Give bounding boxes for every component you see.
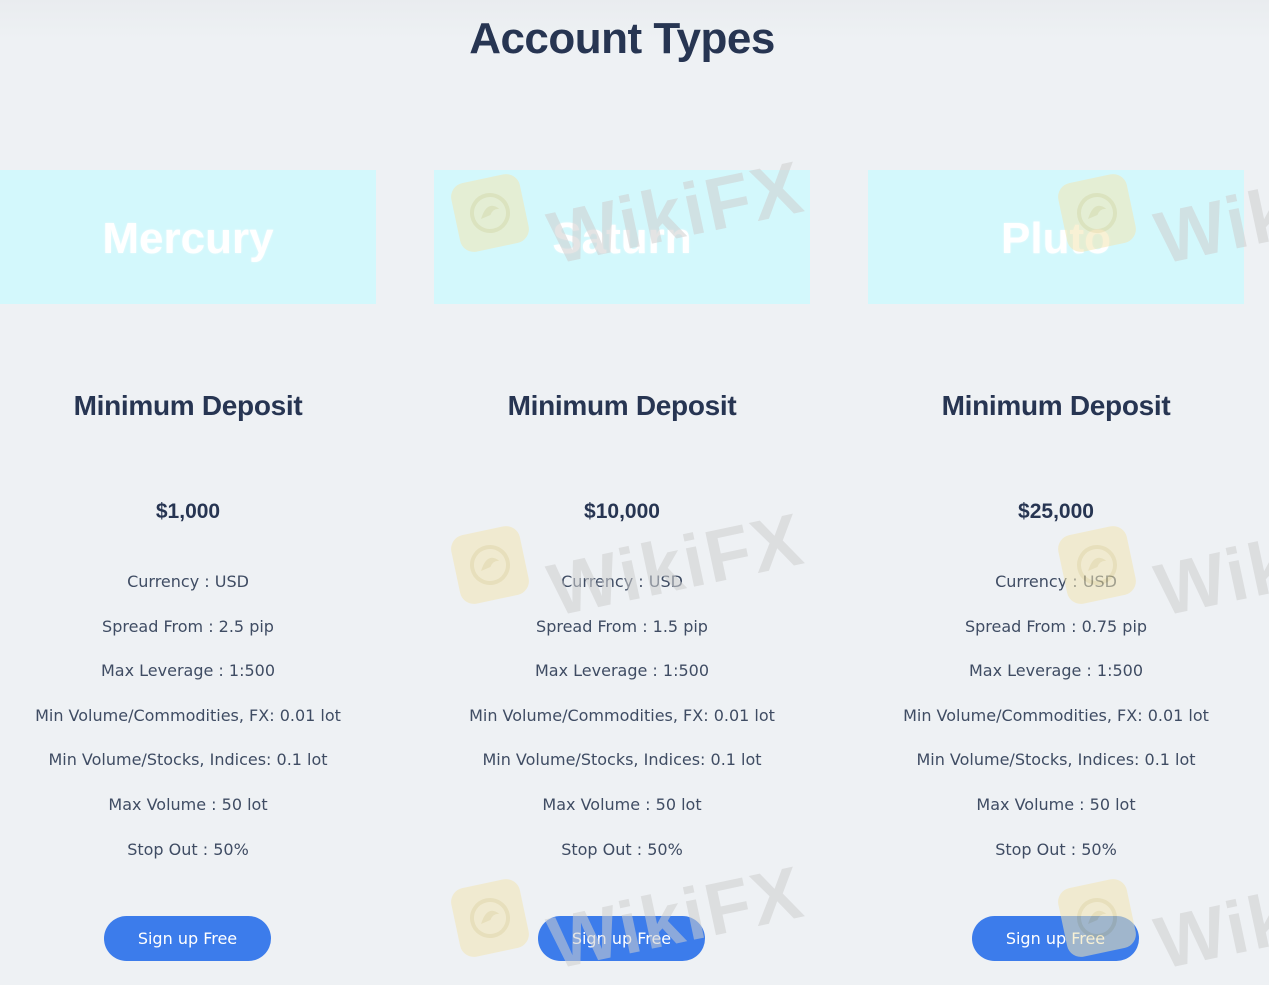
plan-subtitle: Minimum Deposit [507, 390, 737, 421]
feature-spread: Spread From : 0.75 pip [964, 616, 1148, 636]
plan-card-mercury: Mercury Minimum Deposit $1,000 Currency … [0, 170, 376, 985]
feature-max-leverage: Max Leverage : 1:500 [100, 661, 275, 681]
feature-list: Currency : USD Spread From : 1.5 pip Max… [434, 569, 810, 881]
feature-min-volume-stocks: Min Volume/Stocks, Indices: 0.1 lot [916, 750, 1196, 770]
feature-max-leverage: Max Leverage : 1:500 [534, 661, 709, 681]
plan-card-saturn: Saturn Minimum Deposit $10,000 Currency … [434, 170, 810, 985]
plan-price: $1,000 [155, 500, 221, 523]
plan-header: Saturn [434, 170, 810, 304]
feature-min-volume-fx: Min Volume/Commodities, FX: 0.01 lot [35, 705, 341, 725]
feature-min-volume-fx: Min Volume/Commodities, FX: 0.01 lot [903, 705, 1209, 725]
plan-header: Pluto [868, 170, 1244, 304]
feature-list: Currency : USD Spread From : 0.75 pip Ma… [868, 569, 1244, 881]
feature-list: Currency : USD Spread From : 2.5 pip Max… [0, 569, 376, 881]
feature-min-volume-stocks: Min Volume/Stocks, Indices: 0.1 lot [482, 750, 762, 770]
feature-stop-out: Stop Out : 50% [127, 839, 249, 859]
feature-stop-out: Stop Out : 50% [995, 839, 1117, 859]
plan-name: Mercury [102, 214, 274, 263]
signup-button-saturn[interactable]: Sign up Free [538, 916, 705, 961]
feature-currency: Currency : USD [995, 572, 1117, 591]
account-types-page: Account Types Mercury Minimum Deposit $1… [0, 0, 1269, 985]
feature-max-leverage: Max Leverage : 1:500 [968, 661, 1143, 681]
feature-spread: Spread From : 2.5 pip [102, 616, 274, 636]
feature-currency: Currency : USD [127, 572, 249, 591]
feature-currency: Currency : USD [561, 572, 683, 591]
plan-header: Mercury [0, 170, 376, 304]
feature-stop-out: Stop Out : 50% [561, 839, 683, 859]
plan-price: $25,000 [1018, 500, 1094, 523]
plan-name: Pluto [1001, 214, 1111, 263]
plan-subtitle: Minimum Deposit [73, 390, 303, 421]
signup-button-mercury[interactable]: Sign up Free [104, 916, 271, 961]
plan-card-pluto: Pluto Minimum Deposit $25,000 Currency :… [868, 170, 1244, 985]
feature-spread: Spread From : 1.5 pip [536, 616, 708, 636]
plan-name: Saturn [552, 214, 692, 263]
feature-max-volume: Max Volume : 50 lot [976, 794, 1136, 814]
feature-max-volume: Max Volume : 50 lot [542, 794, 702, 814]
plan-price: $10,000 [584, 500, 660, 523]
plan-subtitle: Minimum Deposit [941, 390, 1171, 421]
feature-max-volume: Max Volume : 50 lot [108, 794, 268, 814]
feature-min-volume-fx: Min Volume/Commodities, FX: 0.01 lot [469, 705, 775, 725]
feature-min-volume-stocks: Min Volume/Stocks, Indices: 0.1 lot [48, 750, 328, 770]
signup-button-pluto[interactable]: Sign up Free [972, 916, 1139, 961]
page-title: Account Types [469, 14, 775, 63]
